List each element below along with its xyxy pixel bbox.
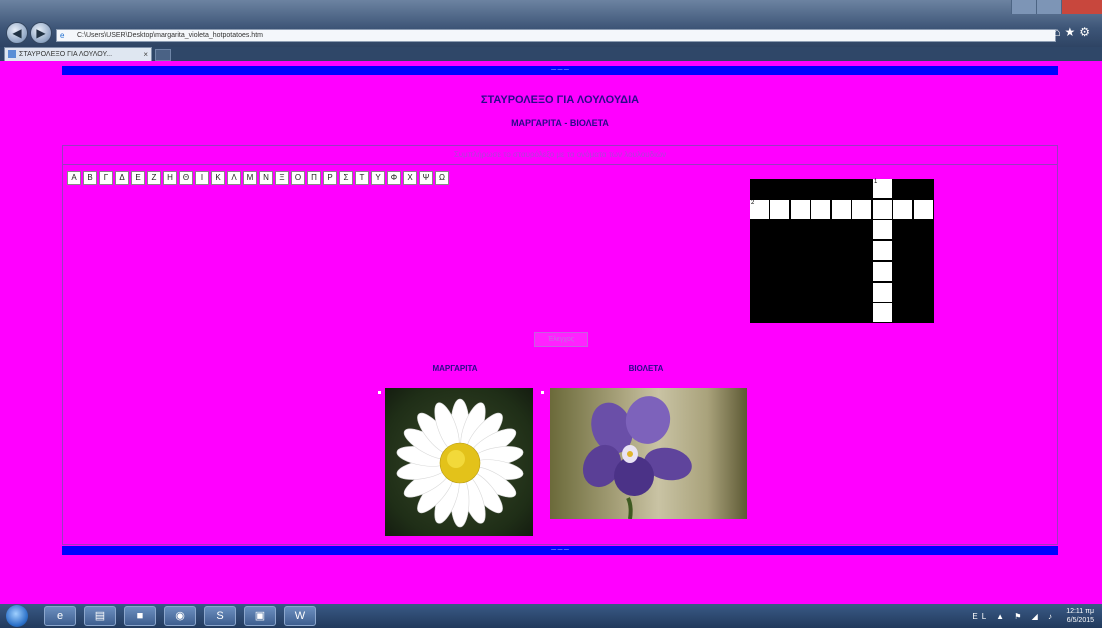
- down-clue-number: 1: [874, 179, 878, 185]
- check-button[interactable]: Έλεγχος: [534, 332, 588, 347]
- top-blue-bar: — — —: [62, 66, 1058, 75]
- crossword-cell[interactable]: [832, 200, 851, 219]
- crossword-cell[interactable]: [811, 200, 830, 219]
- violet-photo: [550, 388, 747, 519]
- crossword-cell[interactable]: [873, 200, 892, 219]
- new-tab-button[interactable]: [155, 49, 171, 61]
- window-buttons[interactable]: [1011, 0, 1102, 14]
- letter-button[interactable]: Χ: [403, 171, 417, 185]
- clock[interactable]: 12:11 πμ 6/5/2015: [1066, 607, 1094, 625]
- letter-button[interactable]: Υ: [371, 171, 385, 185]
- tab-strip: ΣΤΑΥΡΟΛΕΞΟ ΓΙΑ ΛΟΥΛΟΥ... ×: [0, 47, 1102, 61]
- crossword-cell[interactable]: [914, 200, 933, 219]
- page-icon: [8, 50, 16, 58]
- taskbar-app-explorer[interactable]: ▤: [84, 606, 116, 626]
- image-marker: [541, 391, 544, 394]
- letter-button[interactable]: Δ: [115, 171, 129, 185]
- letter-keyboard: ΑΒΓΔΕΖΗΘΙΚΛΜΝΞΟΠΡΣΤΥΦΧΨΩ: [67, 171, 449, 185]
- back-button[interactable]: ◀: [6, 22, 28, 44]
- address-text: C:\Users\USER\Desktop\margarita_violeta_…: [77, 32, 263, 39]
- daisy-flower-icon: [396, 398, 524, 528]
- crossword-cell[interactable]: [873, 303, 892, 322]
- instructions: Συμπλήρωσε το σταυρόλεξο με τα ονόματα τ…: [62, 145, 1058, 165]
- taskbar-app-firefox[interactable]: ◉: [164, 606, 196, 626]
- crossword-cell[interactable]: [873, 283, 892, 302]
- crossword-grid: 2 1: [750, 179, 934, 323]
- letter-button[interactable]: Ζ: [147, 171, 161, 185]
- letter-button[interactable]: Ι: [195, 171, 209, 185]
- minimize-icon[interactable]: [1011, 0, 1036, 14]
- daisy-label: ΜΑΡΓΑΡΙΤΑ: [432, 364, 478, 373]
- start-button[interactable]: [6, 605, 28, 627]
- clock-date: 6/5/2015: [1066, 617, 1094, 624]
- crossword-cell[interactable]: [893, 200, 912, 219]
- maximize-icon[interactable]: [1036, 0, 1061, 14]
- letter-button[interactable]: Σ: [339, 171, 353, 185]
- taskbar-app-media[interactable]: ■: [124, 606, 156, 626]
- browser-toolbar: ◀ ▶ e C:\Users\USER\Desktop\margarita_vi…: [0, 0, 1102, 47]
- letter-button[interactable]: Γ: [99, 171, 113, 185]
- crossword-cell[interactable]: [873, 241, 892, 260]
- taskbar-app-word[interactable]: W: [284, 606, 316, 626]
- ie-icon: e: [60, 31, 65, 40]
- letter-button[interactable]: Π: [307, 171, 321, 185]
- crossword-cell[interactable]: [873, 220, 892, 239]
- tab-close-icon[interactable]: ×: [143, 48, 148, 61]
- letter-button[interactable]: Ν: [259, 171, 273, 185]
- daisy-photo: [385, 388, 533, 536]
- forward-button[interactable]: ▶: [30, 22, 52, 44]
- letter-button[interactable]: Ξ: [275, 171, 289, 185]
- violet-flower-icon: [582, 396, 692, 519]
- letter-button[interactable]: Β: [83, 171, 97, 185]
- taskbar: e ▤ ■ ◉ S ▣ W EL ▲ ⚑ ◢ ♪ 12:11 πμ 6/5/20…: [0, 604, 1102, 628]
- violet-label: ΒΙΟΛΕΤΑ: [628, 364, 664, 373]
- tab-title: ΣΤΑΥΡΟΛΕΞΟ ΓΙΑ ΛΟΥΛΟΥ...: [19, 51, 113, 58]
- address-bar[interactable]: e C:\Users\USER\Desktop\margarita_violet…: [56, 29, 1056, 42]
- across-clue-number: 2: [751, 200, 755, 206]
- taskbar-app-skype[interactable]: S: [204, 606, 236, 626]
- bottom-blue-bar: — — —: [62, 546, 1058, 555]
- letter-button[interactable]: Λ: [227, 171, 241, 185]
- tray-icons[interactable]: EL ▲ ⚑ ◢ ♪: [972, 612, 1056, 621]
- taskbar-app-paint[interactable]: ▣: [244, 606, 276, 626]
- letter-button[interactable]: Μ: [243, 171, 257, 185]
- letter-button[interactable]: Ω: [435, 171, 449, 185]
- letter-button[interactable]: Η: [163, 171, 177, 185]
- crossword-cell[interactable]: 1: [873, 179, 892, 198]
- browser-tab[interactable]: ΣΤΑΥΡΟΛΕΞΟ ΓΙΑ ΛΟΥΛΟΥ... ×: [4, 47, 152, 61]
- crossword-cell[interactable]: [770, 200, 789, 219]
- letter-button[interactable]: Ο: [291, 171, 305, 185]
- crossword-cell[interactable]: [873, 262, 892, 281]
- taskbar-app-ie[interactable]: e: [44, 606, 76, 626]
- letter-button[interactable]: Ε: [131, 171, 145, 185]
- letter-button[interactable]: Ρ: [323, 171, 337, 185]
- language-indicator[interactable]: EL: [972, 612, 990, 621]
- page-subtitle: ΜΑΡΓΑΡΙΤΑ - ΒΙΟΛΕΤΑ: [511, 118, 609, 128]
- letter-button[interactable]: Θ: [179, 171, 193, 185]
- letter-button[interactable]: Κ: [211, 171, 225, 185]
- clock-time: 12:11 πμ: [1066, 608, 1094, 615]
- crossword-cell[interactable]: [852, 200, 871, 219]
- letter-button[interactable]: Ψ: [419, 171, 433, 185]
- close-window-icon[interactable]: [1061, 0, 1102, 14]
- letter-button[interactable]: Α: [67, 171, 81, 185]
- letter-button[interactable]: Φ: [387, 171, 401, 185]
- letter-button[interactable]: Τ: [355, 171, 369, 185]
- crossword-cell[interactable]: 2: [750, 200, 769, 219]
- crossword-cell[interactable]: [791, 200, 810, 219]
- image-marker: [378, 391, 381, 394]
- browser-chrome: ◀ ▶ e C:\Users\USER\Desktop\margarita_vi…: [0, 0, 1102, 64]
- page-title: ΣΤΑΥΡΟΛΕΞΟ ΓΙΑ ΛΟΥΛΟΥΔΙΑ: [480, 94, 640, 106]
- toolbar-icons[interactable]: ⌂★⚙: [1053, 25, 1094, 39]
